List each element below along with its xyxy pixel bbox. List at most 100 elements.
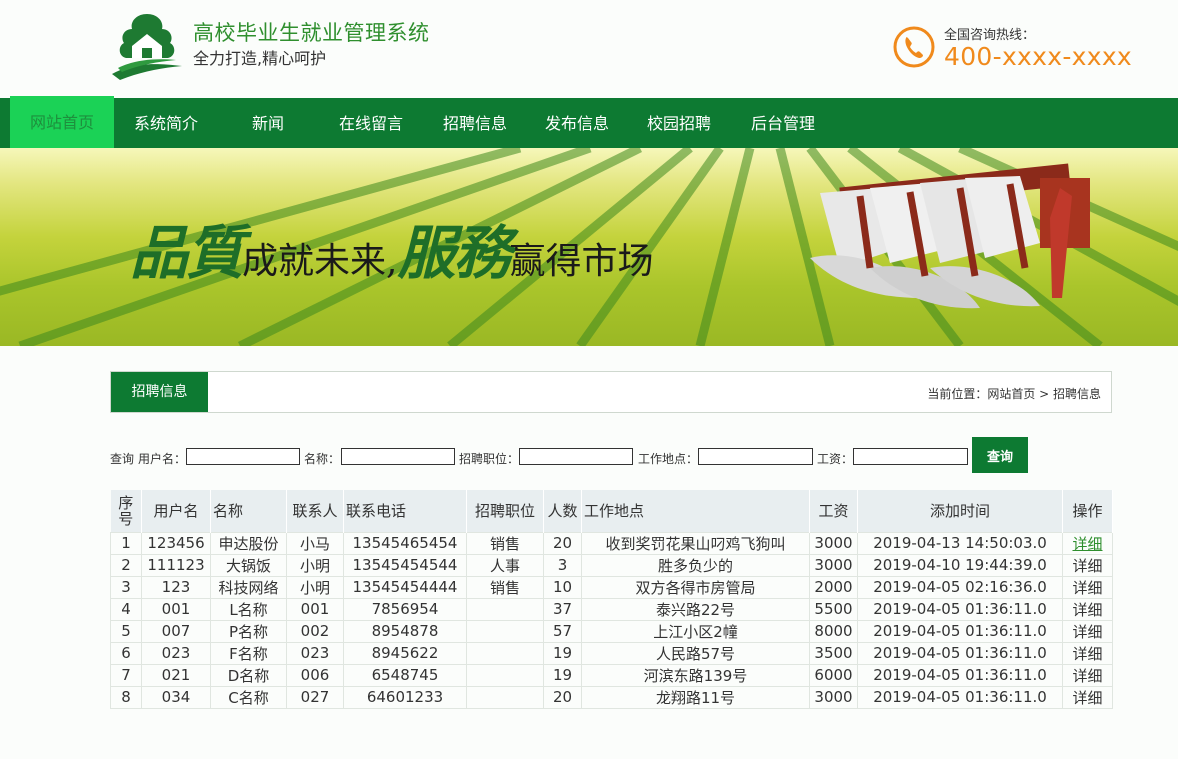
cell-username: 007 — [141, 619, 211, 643]
cell-contact: 001 — [286, 597, 344, 621]
location-input[interactable] — [698, 448, 813, 465]
nav-item-jobs[interactable]: 招聘信息 — [424, 98, 526, 148]
cell-count: 20 — [543, 531, 582, 555]
cell-name: 大锅饭 — [210, 553, 287, 577]
cell-username: 123456 — [141, 531, 211, 555]
cell-phone: 8945622 — [343, 641, 467, 665]
job-table: 序号 用户名 名称 联系人 联系电话 招聘职位 人数 工作地点 工资 添加时间 … — [110, 490, 1113, 709]
banner-slogan: 品質成就未来,服務赢得市场 — [130, 206, 654, 290]
cell-op: 详细 — [1062, 641, 1113, 665]
cell-seq: 3 — [110, 575, 142, 599]
search-button[interactable]: 查询 — [972, 437, 1028, 473]
site-title: 高校毕业生就业管理系统 — [193, 21, 430, 45]
cell-name: L名称 — [210, 597, 287, 621]
col-contact: 联系人 — [286, 490, 344, 532]
section-tab-jobs[interactable]: 招聘信息 — [111, 372, 208, 412]
cell-contact: 023 — [286, 641, 344, 665]
position-label: 招聘职位： — [459, 452, 520, 466]
cell-phone: 13545465454 — [343, 531, 467, 555]
cell-salary: 5500 — [809, 597, 858, 621]
cell-position — [466, 641, 544, 665]
cell-added: 2019-04-05 02:16:36.0 — [857, 575, 1063, 599]
cell-position: 销售 — [466, 531, 544, 555]
table-row: 5 007 P名称 002 8954878 57 上江小区2幢 8000 2019-04-05 … — [110, 619, 1113, 643]
cell-username: 023 — [141, 641, 211, 665]
username-input[interactable] — [186, 448, 300, 465]
detail-link[interactable]: 详细 — [1072, 689, 1102, 707]
nav-item-publish[interactable]: 发布信息 — [526, 98, 628, 148]
cell-username: 021 — [141, 663, 211, 687]
cell-salary: 3500 — [809, 641, 858, 665]
cell-op: 详细 — [1062, 597, 1113, 621]
phone-icon — [893, 26, 935, 68]
banner-word-quality: 品質 — [130, 219, 244, 287]
table-row: 1 123456 申达股份 小马 13545465454 销售 20 收到奖罚花果山叼鸡飞狗叫… — [110, 531, 1113, 555]
col-op: 操作 — [1062, 490, 1113, 532]
breadcrumb: 当前位置：网站首页 > 招聘信息 — [927, 387, 1101, 401]
cell-username: 123 — [141, 575, 211, 599]
nav-item-messages[interactable]: 在线留言 — [318, 98, 424, 148]
col-position: 招聘职位 — [466, 490, 544, 532]
cell-added: 2019-04-05 01:36:11.0 — [857, 685, 1063, 709]
detail-link[interactable]: 详细 — [1072, 579, 1102, 597]
cell-name: P名称 — [210, 619, 287, 643]
position-input[interactable] — [519, 448, 633, 465]
cell-op: 详细 — [1062, 531, 1113, 555]
cell-salary: 3000 — [809, 531, 858, 555]
table-row: 7 021 D名称 006 6548745 19 河滨东路139号 6000 2019-04-0… — [110, 663, 1113, 687]
nav-item-home[interactable]: 网站首页 — [10, 96, 114, 148]
detail-link[interactable]: 详细 — [1072, 667, 1102, 685]
table-row: 3 123 科技网络 小明 13545454444 销售 10 双方各得市房管局 2000 201… — [110, 575, 1113, 599]
col-count: 人数 — [543, 490, 582, 532]
cell-contact: 小马 — [286, 531, 344, 555]
col-salary: 工资 — [809, 490, 858, 532]
col-seq: 序号 — [110, 490, 142, 532]
cell-contact: 小明 — [286, 575, 344, 599]
nav-item-admin[interactable]: 后台管理 — [730, 98, 836, 148]
cell-position — [466, 685, 544, 709]
detail-link[interactable]: 详细 — [1072, 601, 1102, 619]
nav-item-news[interactable]: 新闻 — [218, 98, 318, 148]
cell-op: 详细 — [1062, 575, 1113, 599]
detail-link[interactable]: 详细 — [1072, 535, 1102, 553]
plough-machine — [810, 163, 1090, 309]
cell-position: 人事 — [466, 553, 544, 577]
cell-op: 详细 — [1062, 553, 1113, 577]
cell-position: 销售 — [466, 575, 544, 599]
salary-input[interactable] — [853, 448, 968, 465]
cell-added: 2019-04-05 01:36:11.0 — [857, 663, 1063, 687]
cell-contact: 006 — [286, 663, 344, 687]
banner-phrase-2: 赢得市场 — [509, 241, 654, 282]
salary-label: 工资： — [817, 452, 854, 466]
username-label: 用户名： — [138, 452, 187, 466]
cell-count: 3 — [543, 553, 582, 577]
cell-location: 泰兴路22号 — [581, 597, 810, 621]
col-location: 工作地点 — [581, 490, 810, 532]
cell-salary: 2000 — [809, 575, 858, 599]
cell-location: 龙翔路11号 — [581, 685, 810, 709]
cell-phone: 13545454544 — [343, 553, 467, 577]
cell-count: 37 — [543, 597, 582, 621]
detail-link[interactable]: 详细 — [1072, 623, 1102, 641]
cell-phone: 13545454444 — [343, 575, 467, 599]
nav-item-campus[interactable]: 校园招聘 — [628, 98, 730, 148]
table-row: 6 023 F名称 023 8945622 19 人民路57号 3500 2019-04-05 … — [110, 641, 1113, 665]
cell-salary: 6000 — [809, 663, 858, 687]
site-slogan: 全力打造,精心呵护 — [193, 49, 327, 68]
table-row: 8 034 C名称 027 64601233 20 龙翔路11号 3000 2019-04-05… — [110, 685, 1113, 709]
table-row: 4 001 L名称 001 7856954 37 泰兴路22号 5500 2019-04-05 … — [110, 597, 1113, 621]
site-header: 高校毕业生就业管理系统 全力打造,精心呵护 全国咨询热线： 400-xxxx-x… — [0, 0, 1178, 98]
detail-link[interactable]: 详细 — [1072, 557, 1102, 575]
cell-added: 2019-04-05 01:36:11.0 — [857, 641, 1063, 665]
cell-seq: 4 — [110, 597, 142, 621]
name-input[interactable] — [341, 448, 455, 465]
detail-link[interactable]: 详细 — [1072, 645, 1102, 663]
search-prefix-label: 查询 — [110, 452, 135, 466]
cell-count: 19 — [543, 663, 582, 687]
col-username: 用户名 — [141, 490, 211, 532]
house-tree-logo-icon — [112, 14, 182, 80]
cell-salary: 8000 — [809, 619, 858, 643]
search-form: 查询 用户名： 名称： 招聘职位： 工作地点： 工资： 查询 — [110, 437, 1112, 475]
col-added: 添加时间 — [857, 490, 1063, 532]
nav-item-intro[interactable]: 系统简介 — [114, 98, 218, 148]
